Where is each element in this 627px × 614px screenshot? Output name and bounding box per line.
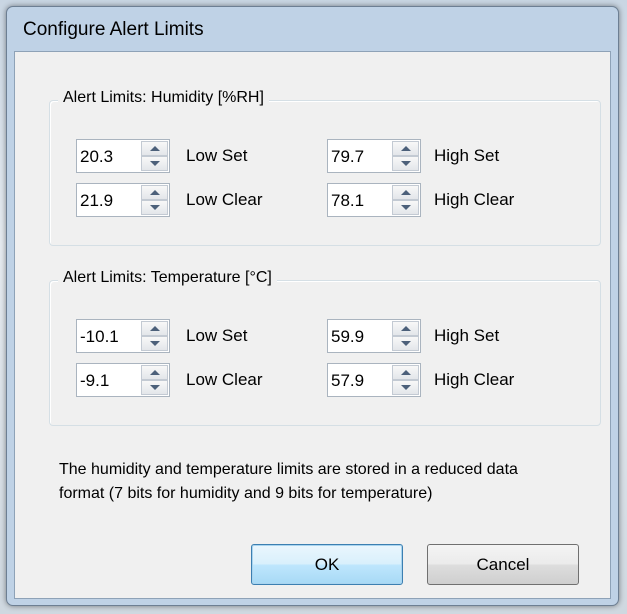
- temperature-high-set-input[interactable]: [331, 326, 387, 348]
- spin-buttons: [141, 141, 168, 171]
- temperature-low-set-decrement-button[interactable]: [141, 336, 168, 351]
- spin-buttons: [141, 365, 168, 395]
- note-line-2: format (7 bits for humidity and 9 bits f…: [59, 485, 433, 502]
- temperature-low-clear-decrement-button[interactable]: [141, 380, 168, 395]
- dialog-client-area: Alert Limits: Humidity [%RH] Low Set Hig…: [14, 51, 611, 599]
- temperature-low-set-increment-button[interactable]: [141, 321, 168, 336]
- humidity-low-set-label: Low Set: [186, 146, 248, 165]
- spin-buttons: [141, 321, 168, 351]
- humidity-high-set-spinner[interactable]: [327, 139, 421, 173]
- temperature-low-clear-label: Low Clear: [186, 370, 263, 389]
- temperature-low-clear-input[interactable]: [80, 370, 136, 392]
- arrow-up-icon: [400, 326, 411, 331]
- temperature-low-clear-increment-button[interactable]: [141, 365, 168, 380]
- arrow-down-icon: [400, 385, 411, 390]
- humidity-high-clear-decrement-button[interactable]: [392, 200, 419, 215]
- temperature-high-clear-increment-button[interactable]: [392, 365, 419, 380]
- arrow-down-icon: [149, 205, 160, 210]
- humidity-low-clear-spinner[interactable]: [76, 183, 170, 217]
- temperature-limits-group: Alert Limits: Temperature [°C] Low Set H…: [49, 269, 601, 426]
- humidity-high-clear-input[interactable]: [331, 190, 387, 212]
- temperature-high-set-label: High Set: [434, 326, 500, 345]
- humidity-high-set-increment-button[interactable]: [392, 141, 419, 156]
- humidity-group-legend: Alert Limits: Humidity [%RH]: [58, 89, 269, 107]
- arrow-down-icon: [149, 161, 160, 166]
- spin-buttons: [392, 141, 419, 171]
- temperature-low-set-spinner[interactable]: [76, 319, 170, 353]
- title-bar[interactable]: Configure Alert Limits: [7, 7, 618, 51]
- arrow-down-icon: [149, 341, 160, 346]
- storage-format-note: The humidity and temperature limits are …: [59, 458, 599, 506]
- spin-buttons: [392, 365, 419, 395]
- humidity-low-clear-label: Low Clear: [186, 190, 263, 209]
- arrow-up-icon: [149, 190, 160, 195]
- temperature-high-clear-input[interactable]: [331, 370, 387, 392]
- humidity-low-set-increment-button[interactable]: [141, 141, 168, 156]
- humidity-low-clear-decrement-button[interactable]: [141, 200, 168, 215]
- humidity-high-clear-increment-button[interactable]: [392, 185, 419, 200]
- cancel-button[interactable]: Cancel: [427, 544, 579, 585]
- temperature-low-clear-spinner[interactable]: [76, 363, 170, 397]
- humidity-limits-group: Alert Limits: Humidity [%RH] Low Set Hig…: [49, 89, 601, 246]
- temperature-high-clear-decrement-button[interactable]: [392, 380, 419, 395]
- humidity-low-clear-input[interactable]: [80, 190, 136, 212]
- spin-buttons: [141, 185, 168, 215]
- note-line-1: The humidity and temperature limits are …: [59, 461, 518, 478]
- arrow-up-icon: [149, 146, 160, 151]
- temperature-group-legend: Alert Limits: Temperature [°C]: [58, 269, 277, 287]
- spin-buttons: [392, 321, 419, 351]
- temperature-high-clear-label: High Clear: [434, 370, 515, 389]
- humidity-high-set-label: High Set: [434, 146, 500, 165]
- arrow-up-icon: [400, 190, 411, 195]
- humidity-high-clear-spinner[interactable]: [327, 183, 421, 217]
- arrow-up-icon: [400, 370, 411, 375]
- arrow-up-icon: [400, 146, 411, 151]
- arrow-down-icon: [400, 161, 411, 166]
- configure-alert-limits-dialog: Configure Alert Limits Alert Limits: Hum…: [6, 6, 619, 606]
- humidity-high-set-decrement-button[interactable]: [392, 156, 419, 171]
- arrow-down-icon: [400, 341, 411, 346]
- ok-button[interactable]: OK: [251, 544, 403, 585]
- humidity-high-set-input[interactable]: [331, 146, 387, 168]
- humidity-low-set-input[interactable]: [80, 146, 136, 168]
- arrow-up-icon: [149, 370, 160, 375]
- arrow-up-icon: [149, 326, 160, 331]
- temperature-high-set-decrement-button[interactable]: [392, 336, 419, 351]
- temperature-high-clear-spinner[interactable]: [327, 363, 421, 397]
- temperature-high-set-spinner[interactable]: [327, 319, 421, 353]
- humidity-low-set-decrement-button[interactable]: [141, 156, 168, 171]
- spin-buttons: [392, 185, 419, 215]
- dialog-title: Configure Alert Limits: [23, 19, 204, 40]
- arrow-down-icon: [149, 385, 160, 390]
- humidity-high-clear-label: High Clear: [434, 190, 515, 209]
- arrow-down-icon: [400, 205, 411, 210]
- humidity-low-clear-increment-button[interactable]: [141, 185, 168, 200]
- temperature-high-set-increment-button[interactable]: [392, 321, 419, 336]
- temperature-low-set-label: Low Set: [186, 326, 248, 345]
- humidity-low-set-spinner[interactable]: [76, 139, 170, 173]
- temperature-low-set-input[interactable]: [80, 326, 136, 348]
